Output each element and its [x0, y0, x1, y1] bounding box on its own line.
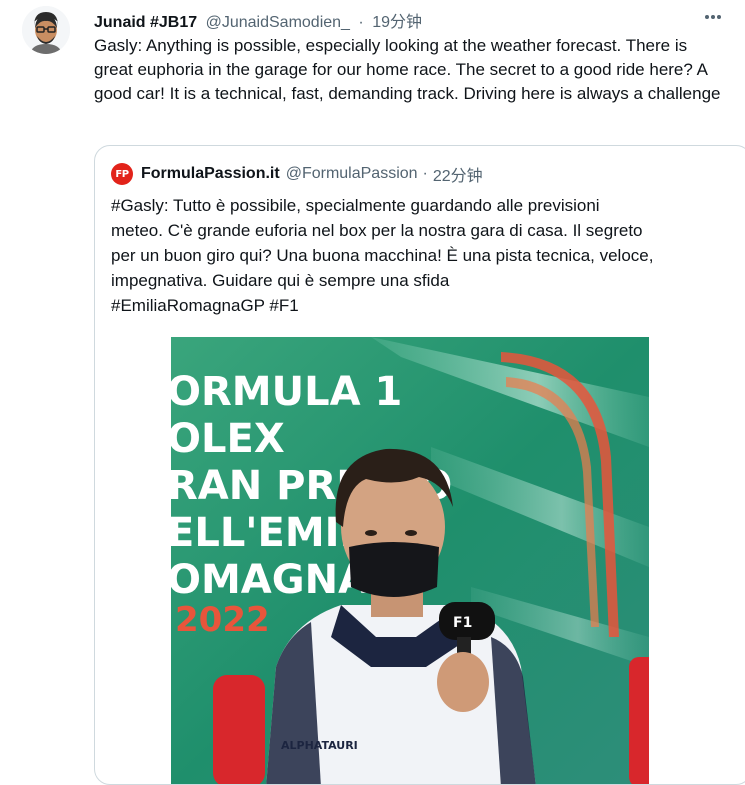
quoted-text-line: #EmiliaRomagnaGP #F1 — [111, 296, 299, 315]
quoted-text-line: #Gasly: Tutto è possibile, specialmente … — [111, 196, 600, 215]
quoted-text-line: meteo. C'è grande euforia nel box per la… — [111, 221, 643, 240]
backdrop-year: 2022 — [175, 600, 270, 640]
author-handle[interactable]: @JunaidSamodien_ — [206, 14, 350, 31]
quoted-author-handle[interactable]: @FormulaPassion — [286, 165, 418, 183]
avatar-image — [22, 6, 70, 54]
quoted-tweet-time[interactable]: 22分钟 — [433, 162, 483, 186]
tweet-time[interactable]: 19分钟 — [372, 14, 422, 31]
quoted-tweet-photo[interactable]: ORMULA 1 OLEX RAN PREMIO ELL'EMILIA OMAG… — [171, 337, 649, 784]
quoted-text-line: impegnativa. Guidare qui è sempre una sf… — [111, 271, 450, 290]
quoted-dot-separator: · — [422, 165, 428, 182]
dot-separator: · — [358, 14, 364, 31]
avatar[interactable] — [22, 6, 70, 54]
formulapassion-logo: FP — [111, 163, 133, 185]
tweet-header: Junaid #JB17 @JunaidSamodien_ · 19分钟 — [94, 8, 422, 32]
author-name[interactable]: Junaid #JB17 — [94, 14, 197, 31]
quoted-tweet-text: #Gasly: Tutto è possibile, specialmente … — [111, 193, 721, 318]
press-conference-photo: ORMULA 1 OLEX RAN PREMIO ELL'EMILIA OMAG… — [171, 337, 649, 784]
quoted-tweet-header: FP FormulaPassion.it @FormulaPassion · 2… — [111, 162, 483, 186]
quoted-author-name[interactable]: FormulaPassion.it — [141, 165, 280, 183]
more-options-icon[interactable] — [703, 10, 723, 22]
jacket-logo-text: ALPHATAURI — [281, 739, 358, 752]
microphone-flag-label: F1 — [453, 615, 472, 631]
quoted-text-line: per un buon giro qui? Una buona macchina… — [111, 246, 654, 265]
backdrop-text-line: OLEX — [171, 416, 285, 462]
quoted-tweet-card[interactable]: FP FormulaPassion.it @FormulaPassion · 2… — [94, 145, 745, 785]
backdrop-text-line: ORMULA 1 — [171, 369, 402, 415]
tweet-text: Gasly: Anything is possible, especially … — [94, 36, 721, 103]
backdrop-text-line: OMAGNA — [171, 557, 369, 603]
